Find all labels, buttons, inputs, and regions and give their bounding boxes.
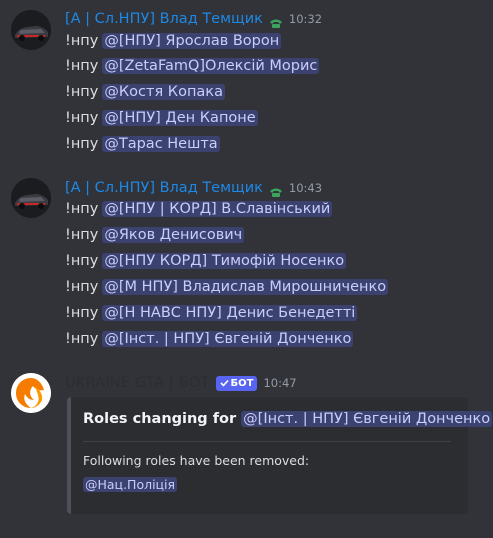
user-mention[interactable]: @[М НПУ] Владислав Мирошниченко — [102, 279, 389, 295]
checkmark-icon — [219, 379, 229, 387]
message-line: !нпу @[НПУ | КОРД] В.Славінський — [65, 198, 333, 220]
message-line: !нпу @Тарас Нешта — [65, 133, 220, 155]
username[interactable]: [А | Сл.НПУ] Влад Темщик — [65, 180, 263, 196]
username[interactable]: [А | Сл.НПУ] Влад Темщик — [65, 11, 263, 27]
user-mention[interactable]: @[Н НАВС НПУ] Денис Бенедетті — [102, 305, 358, 321]
embed-title-text: Roles changing for — [83, 411, 237, 427]
message-header: UKRAINE GTA | БОТ БОТ 10:47 — [65, 373, 297, 393]
command-text: !нпу — [65, 110, 99, 126]
user-mention[interactable]: @[НПУ] Ден Капоне — [102, 110, 258, 126]
bot-tag-label: БОТ — [230, 377, 254, 389]
bot-username[interactable]: UKRAINE GTA | БОТ — [65, 375, 210, 391]
embed-title: Roles changing for @[Інст. | НПУ] Євгені… — [83, 411, 493, 427]
message-line: !нпу @Костя Копака — [65, 81, 225, 103]
embed-role-line: @Нац.Поліція — [83, 477, 178, 492]
user-avatar[interactable] — [11, 10, 51, 50]
user-mention[interactable]: @[Інст. | НПУ] Євгеній Донченко — [102, 331, 354, 347]
message-header: [А | Сл.НПУ] Влад Темщик 10:32 — [65, 9, 322, 29]
message-line: !нпу @[НПУ КОРД] Тимофій Носенко — [65, 250, 347, 272]
fox-logo-icon[interactable] — [11, 373, 51, 413]
user-mention[interactable]: @[ZetaFamQ]Олексій Морис — [102, 58, 320, 74]
command-text: !нпу — [65, 84, 99, 100]
user-mention[interactable]: @[НПУ | КОРД] В.Славінський — [102, 201, 333, 217]
command-text: !нпу — [65, 253, 99, 269]
embed-divider — [83, 441, 451, 442]
command-text: !нпу — [65, 279, 99, 295]
user-mention[interactable]: @Костя Копака — [102, 84, 225, 100]
command-text: !нпу — [65, 227, 99, 243]
message-line: !нпу @[ZetaFamQ]Олексій Морис — [65, 55, 320, 77]
user-mention[interactable]: @[НПУ КОРД] Тимофій Носенко — [102, 253, 347, 269]
user-mention[interactable]: @Яков Денисович — [102, 227, 245, 243]
user-mention[interactable]: @[Інст. | НПУ] Євгеній Донченко — [241, 411, 493, 427]
command-text: !нпу — [65, 33, 99, 49]
command-text: !нпу — [65, 58, 99, 74]
telephone-icon — [269, 14, 283, 28]
message-header: [А | Сл.НПУ] Влад Темщик 10:43 — [65, 178, 322, 198]
command-text: !нпу — [65, 136, 99, 152]
bot-tag: БОТ — [215, 375, 258, 391]
message-line: !нпу @[М НПУ] Владислав Мирошниченко — [65, 276, 389, 298]
command-text: !нпу — [65, 201, 99, 217]
user-mention[interactable]: @Тарас Нешта — [102, 136, 220, 152]
command-text: !нпу — [65, 305, 99, 321]
role-mention[interactable]: @Нац.Поліція — [83, 477, 178, 492]
embed-description: Following roles have been removed: — [83, 453, 310, 468]
user-mention[interactable]: @[НПУ] Ярослав Ворон — [102, 33, 282, 49]
timestamp: 10:32 — [288, 12, 323, 26]
timestamp: 10:43 — [288, 181, 323, 195]
message-line: !нпу @Яков Денисович — [65, 224, 245, 246]
user-avatar[interactable] — [11, 178, 51, 218]
command-text: !нпу — [65, 331, 99, 347]
message-line: !нпу @[НПУ] Ярослав Ворон — [65, 30, 282, 52]
telephone-icon — [269, 183, 283, 197]
message-line: !нпу @[Інст. | НПУ] Євгеній Донченко — [65, 328, 354, 350]
embed: Roles changing for @[Інст. | НПУ] Євгені… — [67, 397, 493, 514]
message-line: !нпу @[Н НАВС НПУ] Денис Бенедетті — [65, 302, 358, 324]
message-line: !нпу @[НПУ] Ден Капоне — [65, 107, 258, 129]
timestamp: 10:47 — [263, 376, 297, 390]
